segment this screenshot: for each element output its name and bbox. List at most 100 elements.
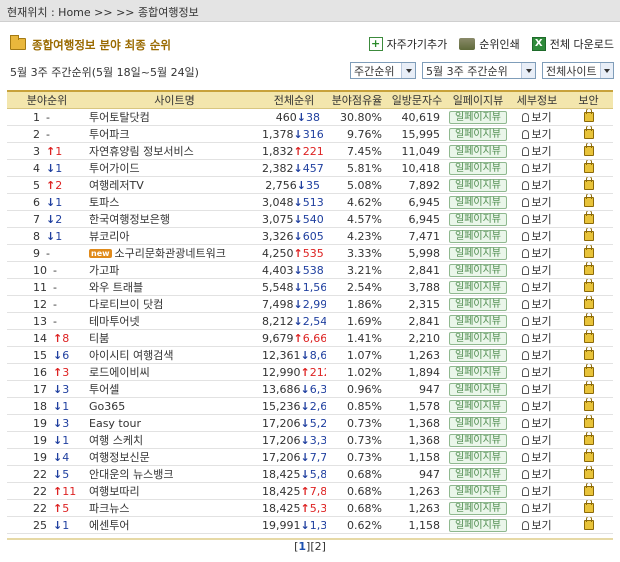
detail-view-link[interactable]: 보기 <box>522 281 552 294</box>
download-all-button[interactable]: X 전체 다운로드 <box>531 36 614 52</box>
daily-pageview-button[interactable]: 일페이지뷰 <box>449 247 507 260</box>
lock-icon[interactable] <box>583 312 594 326</box>
detail-view-link[interactable]: 보기 <box>522 451 552 464</box>
daily-pageview-button[interactable]: 일페이지뷰 <box>449 349 507 362</box>
lock-icon[interactable] <box>583 159 594 173</box>
daily-pageview-button[interactable]: 일페이지뷰 <box>449 264 507 277</box>
lock-icon[interactable] <box>583 516 594 530</box>
lock-icon[interactable] <box>583 176 594 190</box>
daily-pageview-button[interactable]: 일페이지뷰 <box>449 519 507 532</box>
daily-pageview-button[interactable]: 일페이지뷰 <box>449 502 507 515</box>
ranking-type-select[interactable]: 주간순위 <box>350 62 416 79</box>
detail-view-link[interactable]: 보기 <box>522 230 552 243</box>
daily-pageview-button[interactable]: 일페이지뷰 <box>449 162 507 175</box>
lock-icon[interactable] <box>583 397 594 411</box>
detail-view-label: 보기 <box>531 485 552 498</box>
daily-pageview-button[interactable]: 일페이지뷰 <box>449 485 507 498</box>
detail-view-link[interactable]: 보기 <box>522 332 552 345</box>
detail-view-link[interactable]: 보기 <box>522 485 552 498</box>
daily-pageview-button[interactable]: 일페이지뷰 <box>449 145 507 158</box>
detail-view-link[interactable]: 보기 <box>522 162 552 175</box>
daily-pageview-button[interactable]: 일페이지뷰 <box>449 315 507 328</box>
detail-view-link[interactable]: 보기 <box>522 111 552 124</box>
lock-icon[interactable] <box>583 380 594 394</box>
lock-icon[interactable] <box>583 329 594 343</box>
lock-icon[interactable] <box>583 142 594 156</box>
category-rank-cell: 7 ↓2 <box>7 210 87 228</box>
page-next[interactable]: 2 <box>315 540 322 553</box>
daily-visitors-cell: 1,158 <box>388 516 446 534</box>
daily-pageview-button[interactable]: 일페이지뷰 <box>449 366 507 379</box>
detail-view-link[interactable]: 보기 <box>522 417 552 430</box>
detail-view-link[interactable]: 보기 <box>522 196 552 209</box>
detail-view-link[interactable]: 보기 <box>522 349 552 362</box>
week-select[interactable]: 5월 3주 주간순위 <box>422 62 536 79</box>
add-favorite-button[interactable]: + 자주가기추가 <box>368 36 447 52</box>
detail-view-label: 보기 <box>531 196 552 209</box>
detail-view-link[interactable]: 보기 <box>522 400 552 413</box>
page-current[interactable]: 1 <box>298 540 306 553</box>
lock-icon[interactable] <box>583 482 594 496</box>
detail-view-link[interactable]: 보기 <box>522 128 552 141</box>
lock-icon[interactable] <box>583 278 594 292</box>
detail-view-link[interactable]: 보기 <box>522 247 552 260</box>
overall-change: 457 <box>302 161 324 175</box>
detail-view-link[interactable]: 보기 <box>522 213 552 226</box>
daily-pageview-button[interactable]: 일페이지뷰 <box>449 332 507 345</box>
lock-icon[interactable] <box>583 193 594 207</box>
detail-view-link[interactable]: 보기 <box>522 366 552 379</box>
arrow-down-icon: ↓ <box>293 229 303 243</box>
lock-icon[interactable] <box>583 414 594 428</box>
security-cell <box>564 261 613 279</box>
detail-view-link[interactable]: 보기 <box>522 434 552 447</box>
detail-view-label: 보기 <box>531 519 552 532</box>
detail-view-link[interactable]: 보기 <box>522 145 552 158</box>
daily-pageview-button[interactable]: 일페이지뷰 <box>449 434 507 447</box>
daily-pageview-button[interactable]: 일페이지뷰 <box>449 417 507 430</box>
lightbulb-icon <box>522 113 530 122</box>
daily-pageview-button[interactable]: 일페이지뷰 <box>449 383 507 396</box>
daily-pageview-button[interactable]: 일페이지뷰 <box>449 213 507 226</box>
daily-pageview-button[interactable]: 일페이지뷰 <box>449 128 507 141</box>
lock-icon[interactable] <box>583 465 594 479</box>
lock-icon[interactable] <box>583 431 594 445</box>
detail-view-link[interactable]: 보기 <box>522 315 552 328</box>
lock-icon[interactable] <box>583 363 594 377</box>
lock-icon[interactable] <box>583 261 594 275</box>
lock-icon[interactable] <box>583 210 594 224</box>
lock-icon[interactable] <box>583 244 594 258</box>
daily-pageview-button[interactable]: 일페이지뷰 <box>449 230 507 243</box>
daily-pageview-button[interactable]: 일페이지뷰 <box>449 451 507 464</box>
lock-icon[interactable] <box>583 295 594 309</box>
daily-visitors-cell: 1,894 <box>388 363 446 381</box>
daily-pageview-button[interactable]: 일페이지뷰 <box>449 196 507 209</box>
detail-view-link[interactable]: 보기 <box>522 519 552 532</box>
print-ranking-button[interactable]: 순위인쇄 <box>459 36 520 52</box>
lock-icon[interactable] <box>583 227 594 241</box>
lock-icon[interactable] <box>583 346 594 360</box>
daily-pageview-button[interactable]: 일페이지뷰 <box>449 400 507 413</box>
share-cell: 4.62% <box>326 193 388 211</box>
arrow-down-icon: ↓ <box>293 314 303 328</box>
site-filter-select[interactable]: 전체사이트 <box>542 62 614 79</box>
lock-icon[interactable] <box>583 499 594 513</box>
detail-view-link[interactable]: 보기 <box>522 502 552 515</box>
daily-pageview-button[interactable]: 일페이지뷰 <box>449 111 507 124</box>
lock-icon[interactable] <box>583 448 594 462</box>
detail-view-link[interactable]: 보기 <box>522 264 552 277</box>
overall-rank: 1,832 <box>262 144 294 158</box>
column-header: 일페이지뷰 <box>446 92 510 109</box>
detail-view-link[interactable]: 보기 <box>522 383 552 396</box>
daily-pageview-button[interactable]: 일페이지뷰 <box>449 281 507 294</box>
daily-pageview-button[interactable]: 일페이지뷰 <box>449 298 507 311</box>
daily-pageview-button[interactable]: 일페이지뷰 <box>449 468 507 481</box>
arrow-down-icon: ↓ <box>53 433 63 447</box>
lightbulb-icon <box>522 419 530 428</box>
overall-rank-cell: 12,361↓8,667 <box>262 346 326 364</box>
detail-view-link[interactable]: 보기 <box>522 298 552 311</box>
lock-icon[interactable] <box>583 108 594 122</box>
detail-view-link[interactable]: 보기 <box>522 468 552 481</box>
daily-pageview-button[interactable]: 일페이지뷰 <box>449 179 507 192</box>
lock-icon[interactable] <box>583 125 594 139</box>
detail-view-link[interactable]: 보기 <box>522 179 552 192</box>
